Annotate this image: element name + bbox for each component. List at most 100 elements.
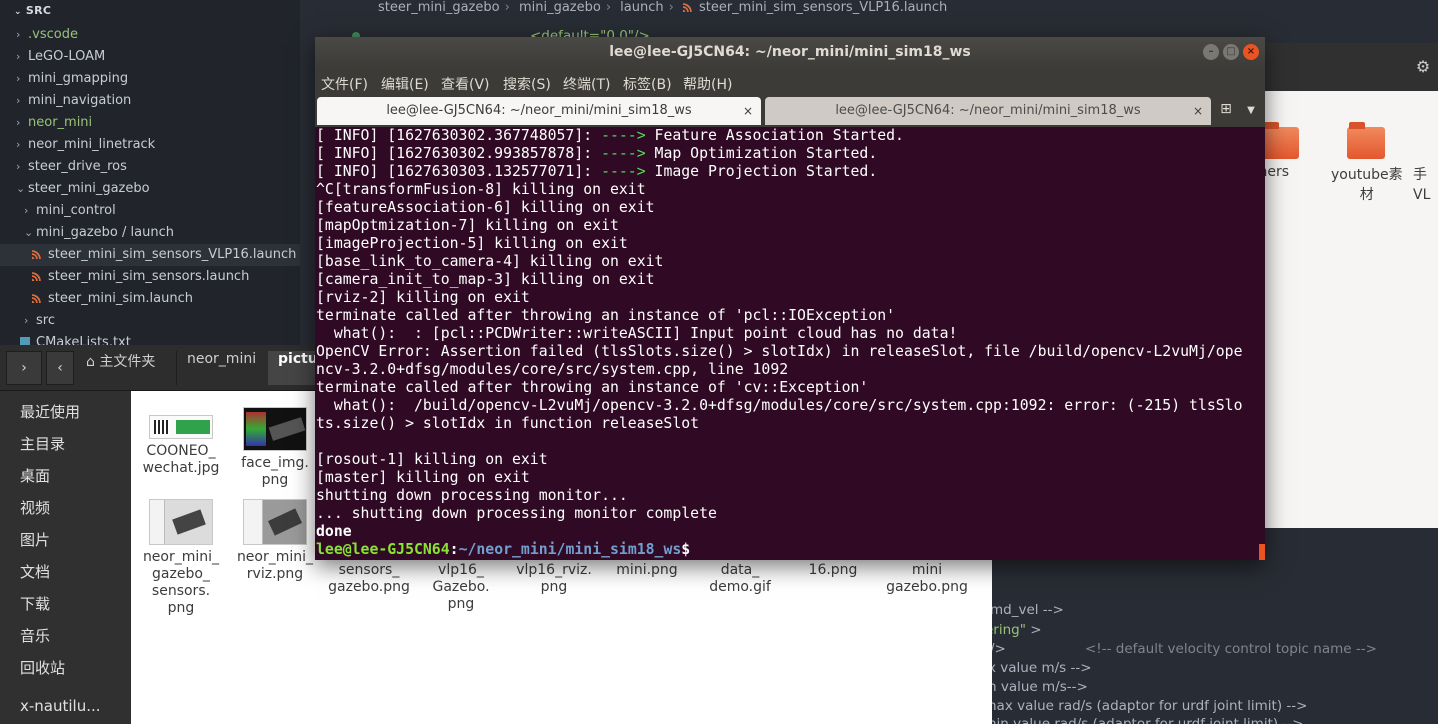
file-item[interactable]: mini gazebo.png xyxy=(879,562,975,596)
menu-view[interactable]: 查看(V) xyxy=(441,74,490,94)
place-recent[interactable]: 最近使用 xyxy=(20,401,80,422)
menu-edit[interactable]: 编辑(E) xyxy=(381,74,429,94)
place-downloads[interactable]: 下载 xyxy=(20,593,50,614)
path-crumb[interactable]: neor_mini xyxy=(176,351,266,385)
log-line: terminate called after throwing an insta… xyxy=(316,307,896,324)
place-other[interactable]: x-nautilu... xyxy=(20,697,101,715)
tree-file[interactable]: CMakeLists.txt xyxy=(0,332,300,345)
file-item[interactable]: neor_mini_ rviz.png xyxy=(227,499,323,583)
file-name: face_img. png xyxy=(241,455,309,488)
tab-menu-icon[interactable]: ▼ xyxy=(1243,101,1259,121)
log-line: [mapOptmization-7] killing on exit xyxy=(316,217,619,234)
image-thumbnail xyxy=(243,499,307,545)
terminal-tab-active[interactable]: lee@lee-GJ5CN64: ~/neor_mini/mini_sim18_… xyxy=(317,97,761,125)
menu-file[interactable]: 文件(F) xyxy=(321,74,368,94)
tree-folder[interactable]: › src xyxy=(0,310,300,332)
place-home[interactable]: 主目录 xyxy=(20,433,65,454)
back-button[interactable]: ‹ xyxy=(46,351,74,385)
scrollbar-indicator[interactable] xyxy=(1259,544,1265,560)
file-item[interactable]: sensors_ gazebo.png xyxy=(321,562,417,596)
terminal-window[interactable]: lee@lee-GJ5CN64: ~/neor_mini/mini_sim18_… xyxy=(315,37,1265,560)
tree-folder[interactable]: › .vscode xyxy=(0,24,300,46)
file-name: neor_mini_ gazebo_ sensors. png xyxy=(142,549,220,616)
place-music[interactable]: 音乐 xyxy=(20,625,50,646)
new-tab-icon[interactable]: ⊞ xyxy=(1215,101,1237,121)
close-tab-icon[interactable]: × xyxy=(1193,97,1203,125)
tree-file[interactable]: steer_mini_sim.launch xyxy=(0,288,300,310)
maximize-icon[interactable]: □ xyxy=(1223,44,1239,60)
terminal-titlebar[interactable]: lee@lee-GJ5CN64: ~/neor_mini/mini_sim18_… xyxy=(315,37,1265,69)
log-line: [ INFO] [1627630303.132577071]: ----> Im… xyxy=(316,163,878,180)
log-line: ... shutting down processing monitor com… xyxy=(316,505,717,522)
code-fragment: /> xyxy=(990,641,1006,657)
folder-icon xyxy=(1347,122,1385,159)
place-desktop[interactable]: 桌面 xyxy=(20,465,50,486)
explorer-sidebar: ⌄ SRC › .vscode › LeGO-LOAM › mini_gmapping … xyxy=(0,0,300,345)
editor-breadcrumb: steer_mini_gazebo › mini_gazebo › launch › … xyxy=(378,0,948,15)
image-thumbnail xyxy=(243,407,307,451)
file-item[interactable]: face_img. png xyxy=(227,407,323,489)
shell-prompt[interactable]: lee@lee-GJ5CN64:~/neor_mini/mini_sim18_w… xyxy=(316,541,1265,559)
tree-folder[interactable]: › neor_mini_linetrack xyxy=(0,134,300,156)
window-title: lee@lee-GJ5CN64: ~/neor_mini/mini_sim18_… xyxy=(609,44,971,60)
tree-folder[interactable]: › mini_navigation xyxy=(0,90,300,112)
tree-file[interactable]: steer_mini_sim_sensors.launch xyxy=(0,266,300,288)
log-line: what(): : [pcl::PCDWriter::writeASCII] I… xyxy=(316,325,958,342)
explorer-section-title[interactable]: ⌄ SRC xyxy=(14,4,51,17)
place-documents[interactable]: 文档 xyxy=(20,561,50,582)
close-tab-icon[interactable]: × xyxy=(743,97,753,125)
menu-help[interactable]: 帮助(H) xyxy=(683,74,732,94)
tree-file-selected[interactable]: steer_mini_sim_sensors_VLP16.launch xyxy=(0,244,300,266)
log-line: [imageProjection-5] killing on exit xyxy=(316,235,628,252)
launch-file-icon xyxy=(682,2,693,12)
file-item[interactable]: mini.png xyxy=(599,562,695,579)
breadcrumb-item[interactable]: mini_gazebo xyxy=(519,0,601,15)
log-line: terminate called after throwing an insta… xyxy=(316,379,869,396)
file-item[interactable]: data_ demo.gif xyxy=(692,562,788,596)
breadcrumb-item[interactable]: steer_mini_sim_sensors_VLP16.launch xyxy=(699,0,947,15)
log-line: [ INFO] [1627630302.367748057]: ----> Fe… xyxy=(316,127,904,144)
menu-terminal[interactable]: 终端(T) xyxy=(563,74,610,94)
tree-folder[interactable]: › LeGO-LOAM xyxy=(0,46,300,68)
log-line-done: done xyxy=(316,523,352,540)
file-name: vlp16_rviz. png xyxy=(516,562,592,595)
file-item[interactable]: vlp16_ Gazebo. png xyxy=(413,562,509,613)
cmake-file-icon xyxy=(20,337,30,345)
file-item[interactable]: 16.png xyxy=(785,562,881,579)
file-name: mini gazebo.png xyxy=(886,562,968,595)
code-fragment: nax value rad/s (adaptor for urdf joint … xyxy=(988,698,1308,714)
file-name: 16.png xyxy=(808,562,858,578)
log-line: shutting down processing monitor... xyxy=(316,487,628,504)
folder-label[interactable]: 手 VL xyxy=(1413,165,1430,205)
path-crumb-home[interactable]: ⌂ 主文件夹 xyxy=(76,351,165,385)
sidebar-toggle-button[interactable]: › xyxy=(6,351,42,385)
menu-search[interactable]: 搜索(S) xyxy=(503,74,551,94)
tree-folder[interactable]: › mini_gmapping xyxy=(0,68,300,90)
place-pictures[interactable]: 图片 xyxy=(20,529,50,550)
file-name: vlp16_ Gazebo. png xyxy=(432,562,490,612)
minimize-icon[interactable]: – xyxy=(1203,44,1219,60)
close-icon[interactable]: × xyxy=(1243,44,1259,60)
tree-folder[interactable]: ⌄ steer_mini_gazebo xyxy=(0,178,300,200)
folder-label[interactable]: youtube素 材 xyxy=(1331,165,1403,205)
gear-icon[interactable]: ⚙ xyxy=(1408,51,1438,83)
file-name: data_ demo.gif xyxy=(709,562,771,595)
menu-tabs[interactable]: 标签(B) xyxy=(623,74,672,94)
place-trash[interactable]: 回收站 xyxy=(20,657,65,678)
file-item[interactable]: neor_mini_ gazebo_ sensors. png xyxy=(133,499,229,617)
place-videos[interactable]: 视频 xyxy=(20,497,50,518)
tree-folder[interactable]: › steer_drive_ros xyxy=(0,156,300,178)
tree-folder[interactable]: › neor_mini xyxy=(0,112,300,134)
file-item[interactable]: vlp16_rviz. png xyxy=(506,562,602,596)
image-thumbnail xyxy=(149,415,213,439)
file-item[interactable]: COONEO_ wechat.jpg xyxy=(133,415,229,477)
tree-folder[interactable]: ⌄ mini_gazebo / launch xyxy=(0,222,300,244)
background-file-window: ⚙ thers youtube素 材 手 VL xyxy=(1253,43,1438,528)
tree-folder[interactable]: › mini_control xyxy=(0,200,300,222)
breadcrumb-item[interactable]: launch xyxy=(620,0,663,15)
breadcrumb-item[interactable]: steer_mini_gazebo xyxy=(378,0,500,15)
log-line: OpenCV Error: Assertion failed (tlsSlots… xyxy=(316,343,1243,360)
terminal-output[interactable]: [ INFO] [1627630302.367748057]: ----> Fe… xyxy=(315,127,1265,560)
terminal-tab[interactable]: lee@lee-GJ5CN64: ~/neor_mini/mini_sim18_… xyxy=(765,97,1211,125)
